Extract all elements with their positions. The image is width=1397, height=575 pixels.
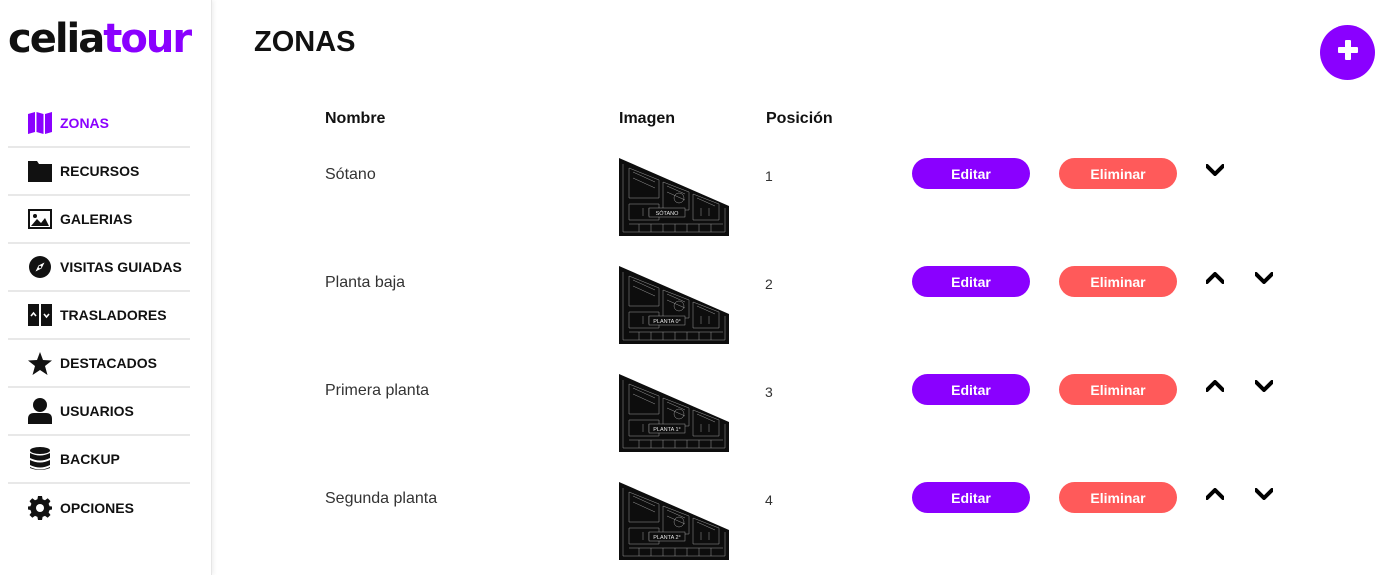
- plus-icon: [1337, 40, 1358, 65]
- move-up-button[interactable]: [1205, 268, 1225, 288]
- move-down-button[interactable]: [1254, 376, 1274, 396]
- logo-part1: celia: [8, 16, 105, 62]
- table-row: Planta baja PLANTA 0° 2 Editar Eliminar: [0, 266, 1397, 374]
- edit-button[interactable]: Editar: [912, 266, 1030, 297]
- move-down-button[interactable]: [1254, 484, 1274, 504]
- zone-floorplan-thumbnail[interactable]: PLANTA 0°: [619, 266, 729, 344]
- zone-position: 3: [765, 384, 773, 400]
- edit-button[interactable]: Editar: [912, 482, 1030, 513]
- move-up-button[interactable]: [1205, 376, 1225, 396]
- table-row: Segunda planta PLANTA 2° 4 Editar Elimin…: [0, 482, 1397, 575]
- delete-button[interactable]: Eliminar: [1059, 266, 1177, 297]
- zone-name: Sótano: [325, 166, 376, 183]
- floorplan-label: PLANTA 1°: [653, 427, 680, 433]
- move-up-button[interactable]: [1205, 484, 1225, 504]
- zone-name: Planta baja: [325, 274, 406, 291]
- add-zone-button[interactable]: [1320, 25, 1375, 80]
- sidebar-item-zonas[interactable]: ZONAS: [8, 100, 190, 148]
- zone-name: Segunda planta: [325, 490, 438, 507]
- edit-button[interactable]: Editar: [912, 158, 1030, 189]
- column-header-name: Nombre: [325, 110, 386, 127]
- floorplan-label: PLANTA 2°: [653, 535, 680, 541]
- move-down-button[interactable]: [1254, 268, 1274, 288]
- celiatour-logo[interactable]: celiatour: [8, 14, 192, 64]
- logo-part2: tour: [103, 16, 192, 62]
- floorplan-label: SÓTANO: [656, 210, 680, 217]
- zone-floorplan-thumbnail[interactable]: SÓTANO: [619, 158, 729, 236]
- chevron-down-icon: [1255, 488, 1273, 500]
- page-title: ZONAS: [254, 26, 356, 58]
- chevron-up-icon: [1206, 272, 1224, 284]
- zone-position: 2: [765, 276, 773, 292]
- edit-button[interactable]: Editar: [912, 374, 1030, 405]
- delete-button[interactable]: Eliminar: [1059, 374, 1177, 405]
- chevron-down-icon: [1255, 272, 1273, 284]
- zone-floorplan-thumbnail[interactable]: PLANTA 1°: [619, 374, 729, 452]
- chevron-up-icon: [1206, 488, 1224, 500]
- zone-floorplan-thumbnail[interactable]: PLANTA 2°: [619, 482, 729, 560]
- chevron-down-icon: [1206, 164, 1224, 176]
- zone-name: Primera planta: [325, 382, 430, 399]
- zone-position: 1: [765, 168, 773, 184]
- chevron-down-icon: [1255, 380, 1273, 392]
- table-row: Primera planta PLANTA 1° 3 Editar Elimin…: [0, 374, 1397, 482]
- floorplan-label: PLANTA 0°: [653, 319, 680, 325]
- sidebar-item-label: ZONAS: [60, 115, 109, 131]
- delete-button[interactable]: Eliminar: [1059, 482, 1177, 513]
- column-header-position: Posición: [766, 110, 833, 127]
- delete-button[interactable]: Eliminar: [1059, 158, 1177, 189]
- move-down-button[interactable]: [1205, 160, 1225, 180]
- zone-position: 4: [765, 492, 773, 508]
- column-header-image: Imagen: [619, 110, 676, 127]
- chevron-up-icon: [1206, 380, 1224, 392]
- table-row: Sótano SÓTANO 1 Editar Eliminar: [0, 158, 1397, 266]
- map-icon: [28, 111, 52, 135]
